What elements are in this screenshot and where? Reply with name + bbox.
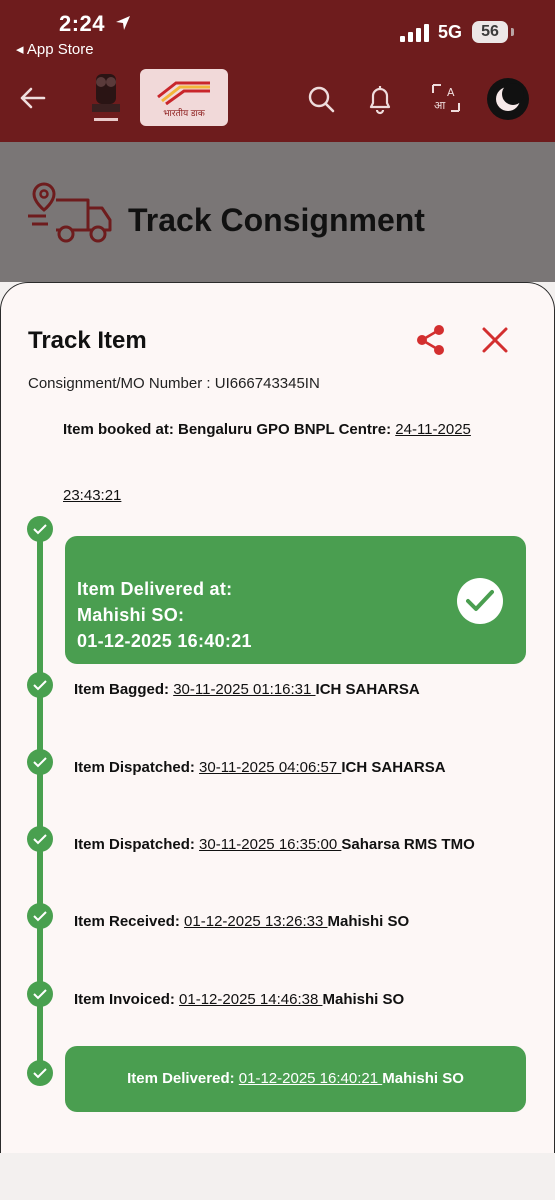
- timeline-dot: [27, 981, 53, 1007]
- timeline-dot: [27, 672, 53, 698]
- event-office: Saharsa RMS TMO: [341, 836, 475, 853]
- event-datetime[interactable]: 30-11-2025 16:35:00: [199, 836, 341, 853]
- timeline-dot: [27, 903, 53, 929]
- search-icon[interactable]: [306, 84, 336, 114]
- event-office: ICH SAHARSA: [341, 759, 446, 776]
- timeline-dot: [27, 826, 53, 852]
- event-office: Mahishi SO: [327, 913, 410, 930]
- check-icon: [33, 834, 47, 845]
- check-icon: [33, 911, 47, 922]
- translate-icon[interactable]: A आ: [431, 83, 461, 113]
- national-emblem-icon: [92, 74, 120, 121]
- check-icon: [33, 989, 47, 1000]
- final-datetime[interactable]: 01-12-2025 16:40:21: [239, 1070, 382, 1087]
- event-label: Item Dispatched:: [74, 759, 200, 776]
- network-type: 5G: [438, 22, 463, 42]
- location-arrow-icon: [116, 16, 130, 30]
- final-office: Mahishi SO: [382, 1070, 464, 1087]
- logo-caption: भारतीय डाक: [163, 108, 205, 118]
- status-time: 2:24: [59, 11, 106, 36]
- delivered-card: Item Delivered at: Mahishi SO: 01-12-202…: [65, 536, 526, 664]
- event-datetime[interactable]: 01-12-2025 14:46:38: [179, 991, 322, 1008]
- bell-icon[interactable]: [366, 83, 394, 115]
- event-label: Item Received:: [74, 913, 185, 930]
- page-title: Track Consignment: [128, 202, 425, 238]
- timeline-dot: [27, 1060, 53, 1086]
- signal-icon: [400, 24, 429, 42]
- check-icon: [33, 757, 47, 768]
- sheet-title: Track Item: [28, 327, 147, 354]
- check-icon: [33, 524, 47, 535]
- consignment-number: Consignment/MO Number : UI666743345IN: [28, 375, 320, 392]
- india-post-logo: भारतीय डाक: [140, 69, 228, 126]
- booked-at-text: Item booked at: Bengaluru GPO BNPL Centr…: [63, 420, 523, 440]
- battery-level: 56: [472, 21, 508, 43]
- check-icon: [33, 1068, 47, 1079]
- back-arrow-icon[interactable]: [18, 86, 46, 110]
- delivered-check-badge: [457, 578, 503, 624]
- event-office: ICH SAHARSA: [315, 681, 420, 698]
- close-icon[interactable]: [481, 326, 509, 354]
- event-row: Item Invoiced: 01-12-2025 14:46:38 Mahis…: [74, 991, 404, 1008]
- event-office: Mahishi SO: [322, 991, 405, 1008]
- event-label: Item Dispatched:: [74, 836, 200, 853]
- event-row: Item Received: 01-12-2025 13:26:33 Mahis…: [74, 913, 409, 930]
- svg-text:आ: आ: [434, 99, 446, 112]
- event-datetime[interactable]: 30-11-2025 01:16:31: [173, 681, 315, 698]
- booked-date[interactable]: 24-11-2025: [395, 421, 471, 438]
- booked-label: Item booked at: Bengaluru GPO BNPL Centr…: [63, 421, 396, 438]
- share-icon[interactable]: [416, 324, 446, 356]
- event-row: Item Bagged: 30-11-2025 01:16:31 ICH SAH…: [74, 681, 420, 698]
- event-label: Item Bagged:: [74, 681, 174, 698]
- india-post-logo-mark: [157, 81, 210, 105]
- final-delivered-row: Item Delivered: 01-12-2025 16:40:21 Mahi…: [65, 1046, 526, 1112]
- delivered-card-line3: 01-12-2025 16:40:21: [77, 631, 252, 651]
- back-to-app-link[interactable]: ◂ App Store: [16, 40, 94, 58]
- battery-tip: [511, 28, 514, 36]
- delivered-card-line2: Mahishi SO:: [77, 605, 185, 625]
- status-bar: 2:24 ◂ App Store 5G 56: [0, 0, 555, 62]
- app-bar: [0, 62, 555, 142]
- timeline-dot: [27, 516, 53, 542]
- dark-mode-icon[interactable]: [486, 77, 530, 121]
- check-icon: [33, 680, 47, 691]
- event-label: Item Invoiced:: [74, 991, 180, 1008]
- event-row: Item Dispatched: 30-11-2025 16:35:00 Sah…: [74, 836, 475, 853]
- event-datetime[interactable]: 01-12-2025 13:26:33: [184, 913, 327, 930]
- event-datetime[interactable]: 30-11-2025 04:06:57: [199, 759, 341, 776]
- track-item-sheet: [0, 282, 555, 1153]
- final-label: Item Delivered:: [127, 1070, 239, 1087]
- delivered-card-text: Item Delivered at: Mahishi SO: 01-12-202…: [77, 576, 252, 654]
- delivered-card-line1: Item Delivered at:: [77, 579, 233, 599]
- svg-text:A: A: [447, 86, 455, 99]
- booked-time[interactable]: 23:43:21: [63, 487, 121, 504]
- truck-icon: [28, 182, 112, 243]
- check-icon: [466, 590, 494, 611]
- event-row: Item Dispatched: 30-11-2025 04:06:57 ICH…: [74, 759, 446, 776]
- timeline-dot: [27, 749, 53, 775]
